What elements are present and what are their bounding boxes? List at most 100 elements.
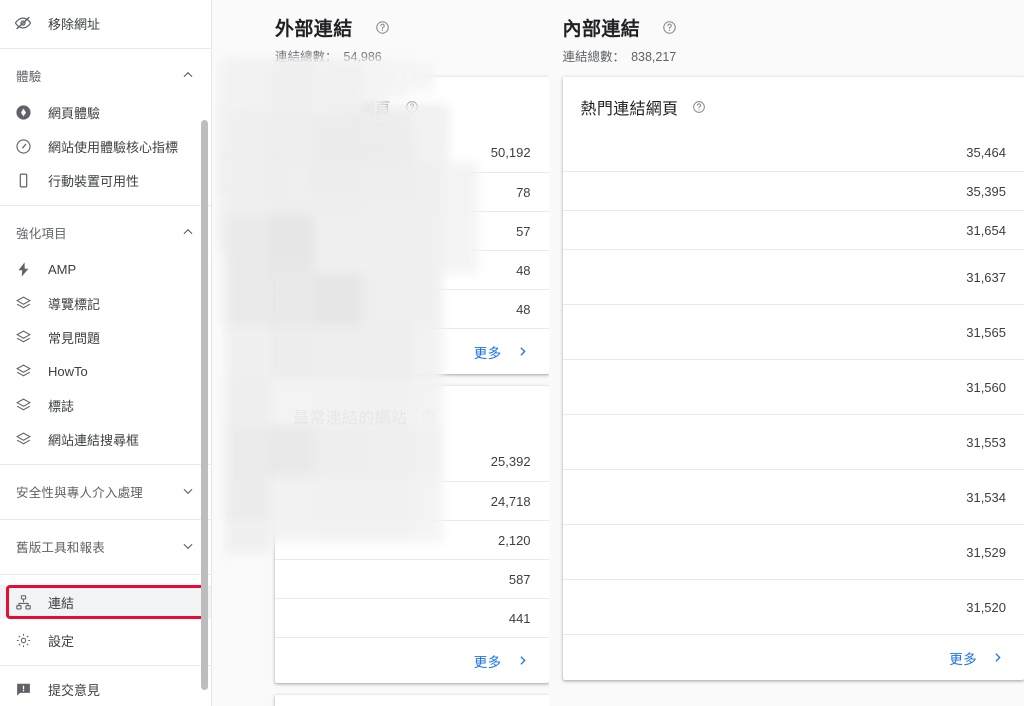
sidebar-item-settings[interactable]: 設定 [0, 623, 211, 657]
table-row[interactable]: 31,637 [562, 249, 1024, 304]
chevron-right-icon[interactable] [516, 654, 529, 667]
total-value: 838,217 [631, 50, 677, 64]
sidebar-item-breadcrumbs[interactable]: 導覽標記 [0, 286, 211, 320]
sidebar-item-links[interactable]: 連結 [0, 585, 211, 619]
row-value: 31,637 [966, 269, 1006, 285]
table-row[interactable]: 31,529 [562, 524, 1024, 579]
sidebar-scrollbar[interactable] [201, 120, 208, 690]
chevron-down-icon[interactable] [181, 539, 195, 553]
sidebar-section-legacy-tools[interactable]: 舊版工具和報表 [0, 526, 211, 566]
table-row[interactable]: 31,565 [562, 304, 1024, 359]
page-title: 內部連結 [562, 19, 641, 40]
table-row[interactable]: 78 [275, 172, 549, 211]
help-icon[interactable] [662, 20, 677, 35]
top-linked-pages-card: 熱門連結網頁 50,192 78 57 48 48 更多 [219, 62, 549, 374]
more-link[interactable]: 更多 [949, 648, 977, 668]
sidebar-group-experience: 體驗 網頁體驗 網站使用體驗核心指標 行動裝置可用性 [0, 49, 211, 206]
sidebar-item-label: 標誌 [48, 398, 75, 414]
help-icon[interactable] [375, 20, 390, 35]
more-link[interactable]: 更多 [474, 651, 502, 671]
external-links-header: 外部連結 連結總數： 54,986 [275, 14, 549, 65]
internal-top-linked-pages-card: 熱門連結網頁 35,464 35,395 31,654 31,637 31,56… [225, 60, 1024, 680]
sidebar-group-removal: 移除網址 [0, 0, 211, 49]
row-value: 441 [508, 610, 531, 626]
total-label: 連結總數： [562, 50, 626, 64]
table-body: 35,464 35,395 31,654 31,637 31,565 31,56… [562, 133, 1024, 634]
row-value: 31,553 [966, 434, 1006, 450]
chevron-down-icon[interactable] [181, 484, 195, 498]
sidebar-item-label: 導覽標記 [48, 296, 101, 312]
layers-icon [12, 428, 34, 450]
sidebar-item-remove-url[interactable]: 移除網址 [0, 6, 211, 40]
sidebar-group-links-settings: 連結 設定 [0, 575, 211, 666]
table-row[interactable]: 48 [275, 250, 549, 289]
table-row[interactable]: 31,654 [562, 210, 1024, 249]
layers-icon [12, 394, 34, 416]
sidebar-item-page-experience[interactable]: 網頁體驗 [0, 95, 211, 129]
sidebar-group-security: 安全性與專人介入處理 [0, 465, 211, 520]
sidebar-item-send-feedback[interactable]: 提交意見 [0, 672, 211, 706]
total-label: 連結總數： [275, 50, 338, 64]
row-value: 48 [516, 262, 531, 278]
row-value: 31,654 [966, 222, 1006, 238]
sidebar: 移除網址 體驗 網頁體驗 網站使用體驗核心指標 行動裝置可用性 強化項目 AMP… [0, 0, 212, 706]
sidebar-item-label: 提交意見 [48, 682, 101, 698]
sidebar-item-faq[interactable]: 常見問題 [0, 320, 211, 354]
row-value: 48 [516, 301, 531, 317]
sidebar-scroll-content: 移除網址 體驗 網頁體驗 網站使用體驗核心指標 行動裝置可用性 強化項目 AMP… [0, 0, 211, 706]
table-row[interactable]: 31,520 [562, 579, 1024, 634]
sidebar-item-mobile-usability[interactable]: 行動裝置可用性 [0, 163, 211, 197]
row-value: 31,534 [966, 489, 1006, 505]
sidebar-item-label: 常見問題 [48, 330, 101, 346]
external-links-column: 外部連結 連結總數： 54,986 熱門連結網頁 50,192 78 57 48… [212, 0, 549, 706]
sidebar-item-sitelinks-searchbox[interactable]: 網站連結搜尋框 [0, 422, 211, 456]
table-row[interactable]: 25,392 [275, 442, 549, 481]
sidebar-item-core-web-vitals[interactable]: 網站使用體驗核心指標 [0, 129, 211, 163]
row-value: 31,560 [966, 379, 1006, 395]
sidebar-section-security[interactable]: 安全性與專人介入處理 [0, 471, 211, 511]
sidebar-group-help: 提交意見 關於 Search Console [0, 666, 211, 706]
chevron-right-icon[interactable] [516, 345, 529, 358]
table-row[interactable]: 441 [275, 598, 549, 637]
help-icon[interactable] [405, 100, 419, 114]
eye-off-icon [12, 12, 34, 34]
help-icon[interactable] [692, 100, 706, 114]
table-row[interactable]: 31,553 [562, 414, 1024, 469]
sidebar-section-label: 舊版工具和報表 [16, 540, 105, 555]
card-title: 熱門連結網頁 [580, 101, 679, 118]
card-footer: 更多 [562, 634, 1024, 680]
page-title: 外部連結 [275, 19, 353, 40]
table-row[interactable]: 48 [275, 289, 549, 328]
table-row[interactable]: 35,395 [562, 171, 1024, 210]
more-link[interactable]: 更多 [474, 342, 502, 362]
sidebar-item-howto[interactable]: HowTo [0, 354, 211, 388]
sidebar-item-label: 網頁體驗 [48, 105, 101, 121]
top-linking-sites-card: 最常連結的網站 25,392 24,718 2,120 587 441 更多 [219, 63, 549, 683]
table-row[interactable]: 587 [275, 559, 549, 598]
table-row[interactable]: 24,718 [275, 481, 549, 520]
row-value: 24,718 [490, 493, 531, 509]
row-value: 50,192 [490, 145, 531, 160]
sidebar-section-enhancements[interactable]: 強化項目 [0, 212, 211, 252]
help-icon[interactable] [421, 409, 435, 423]
table-row[interactable]: 35,464 [563, 133, 1024, 171]
sidebar-item-links-wrapper: 連結 [0, 585, 211, 619]
sidebar-group-legacy-tools: 舊版工具和報表 [0, 520, 211, 575]
table-body: 25,392 24,718 2,120 587 441 [275, 442, 549, 637]
row-value: 35,464 [966, 144, 1006, 160]
table-row[interactable]: 50,192 [275, 133, 549, 172]
table-row[interactable]: 57 [275, 211, 549, 250]
sidebar-item-logo[interactable]: 標誌 [0, 388, 211, 422]
chevron-right-icon[interactable] [991, 651, 1004, 664]
sidebar-section-label: 強化項目 [16, 226, 67, 241]
table-row[interactable]: 31,534 [562, 469, 1024, 524]
layers-icon [12, 292, 34, 314]
sidebar-item-label: 連結 [48, 595, 75, 611]
card-title: 最常連結的網站 [293, 410, 408, 427]
table-row[interactable]: 31,560 [562, 359, 1024, 414]
sidebar-item-amp[interactable]: AMP [0, 252, 211, 286]
sidebar-section-experience[interactable]: 體驗 [0, 55, 211, 95]
table-row[interactable]: 2,120 [275, 520, 549, 559]
chevron-up-icon[interactable] [181, 225, 195, 239]
chevron-up-icon[interactable] [181, 68, 195, 82]
